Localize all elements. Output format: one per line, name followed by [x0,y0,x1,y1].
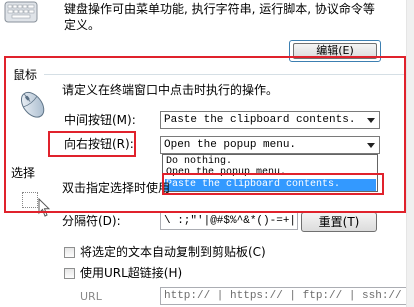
reset-button[interactable]: 重置(T) [301,212,377,232]
keyboard-description: 键盘操作可由菜单功能, 执行字符串, 运行脚本, 协议命令等 [64,2,375,16]
highlight-paste-option [162,173,384,195]
vertical-scrollbar[interactable] [406,0,414,307]
keyboard-description-cont: 定义。 [64,18,101,32]
highlight-right-button-label [48,131,136,157]
auto-copy-label[interactable]: 将选定的文本自动复制到剪贴板(C) [80,245,266,259]
auto-copy-checkbox[interactable] [64,247,75,258]
delimiter-input[interactable]: \ :;"'|@#$%^&*()-=+| [160,212,298,230]
url-hyperlink-label[interactable]: 使用URL超链接(H) [80,266,182,280]
url-hyperlink-checkbox[interactable] [64,268,75,279]
delimiter-label: 分隔符(D): [62,214,121,228]
url-pattern-input[interactable]: http:// | https:// | ftp:// | ssh:// [160,287,412,305]
url-field-label: URL [80,290,102,303]
keyboard-icon [4,1,38,23]
